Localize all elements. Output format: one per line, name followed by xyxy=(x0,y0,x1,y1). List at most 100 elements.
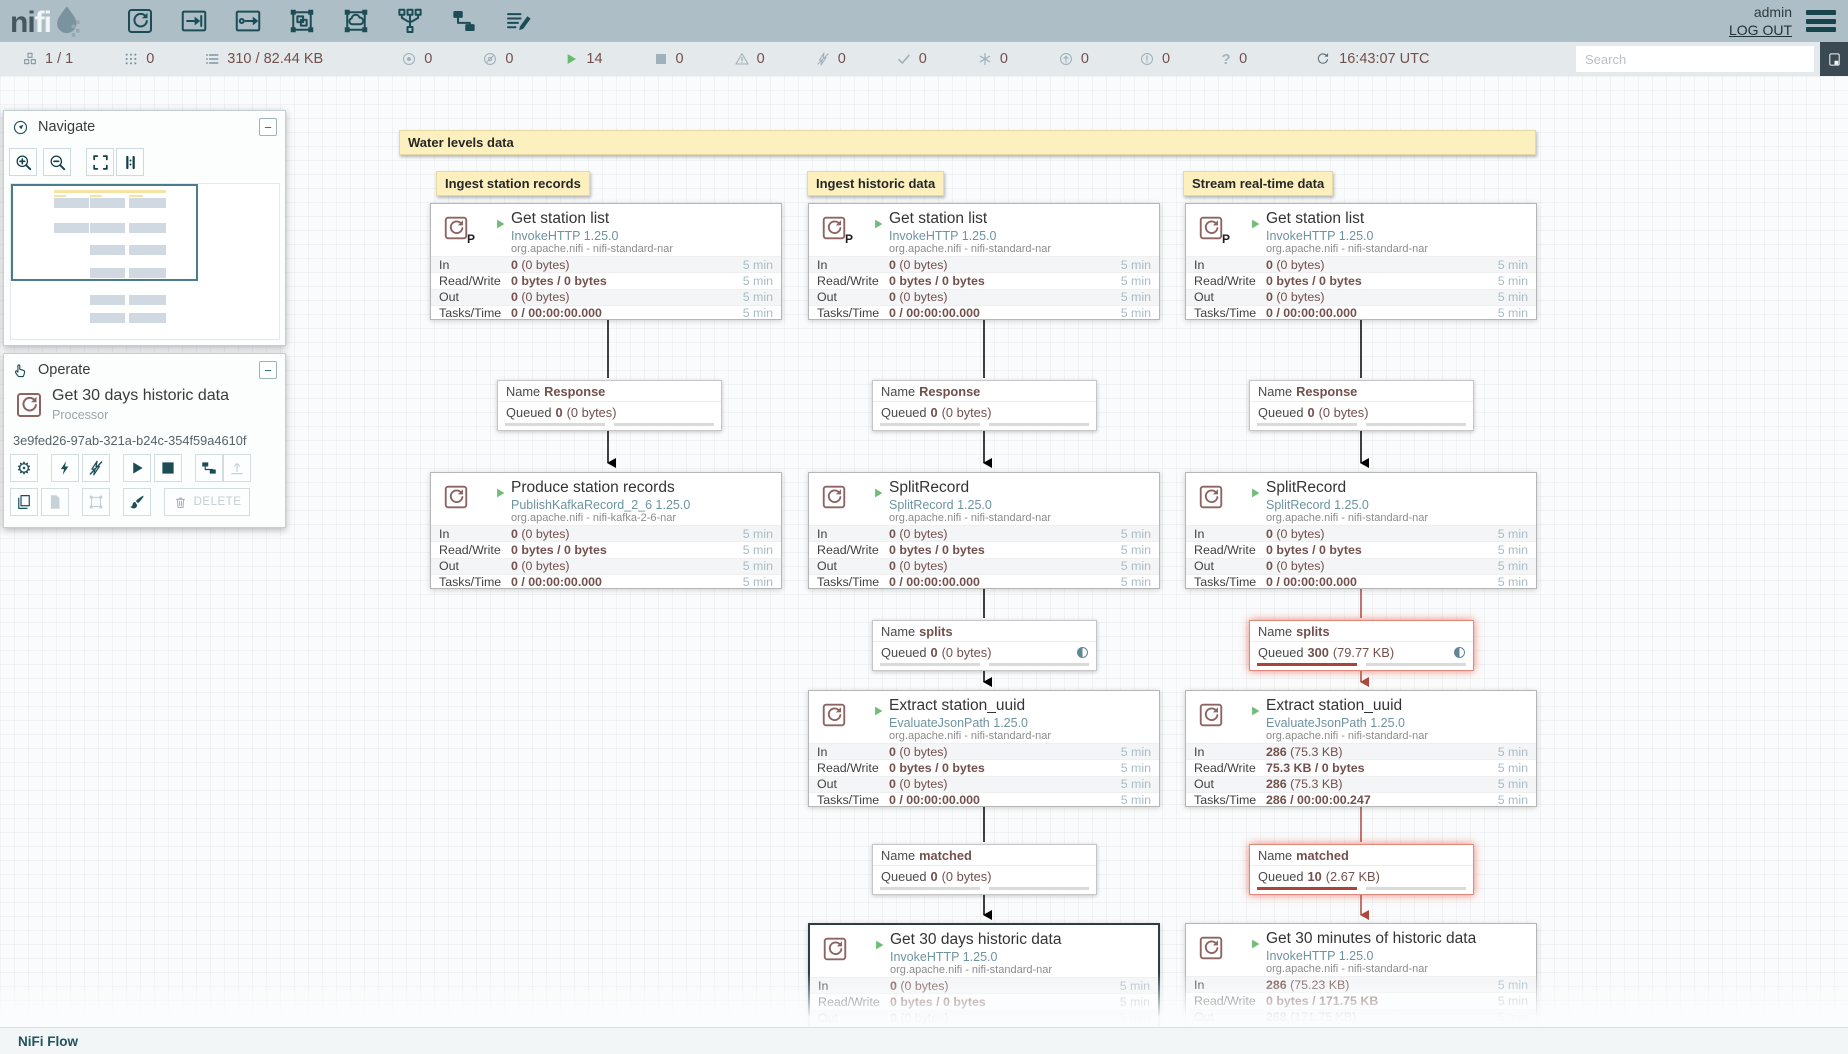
primary-node-badge: P xyxy=(1222,232,1230,246)
stat-value: 0 / 00:00:00.000 xyxy=(1266,306,1482,320)
stat-row: Out0 (0 bytes)5 min xyxy=(1186,289,1536,305)
status-sync-failure-count: 0 xyxy=(1239,51,1247,67)
toolbar-template-icon[interactable] xyxy=(449,6,479,36)
processor-icon xyxy=(820,214,848,242)
breadcrumb[interactable]: NiFi Flow xyxy=(18,1034,78,1049)
logout-link[interactable]: LOG OUT xyxy=(1729,21,1792,39)
change-color-button[interactable] xyxy=(123,488,151,516)
processor-extract-station-uuid[interactable]: Extract station_uuidEvaluateJsonPath 1.2… xyxy=(1185,690,1537,807)
stat-window: 5 min xyxy=(1105,274,1159,288)
stat-value: 0 (0 bytes) xyxy=(889,527,1105,541)
stat-value: 268 (171.75 KB) xyxy=(1266,1010,1482,1024)
connection-label-response[interactable]: Name ResponseQueued 0(0 bytes) xyxy=(1249,380,1474,431)
navigate-panel-title: Navigate xyxy=(38,119,95,135)
invalid-icon xyxy=(734,51,750,67)
stat-label: Out xyxy=(1186,559,1266,573)
copy-button[interactable] xyxy=(10,488,38,516)
stat-label: In xyxy=(1186,745,1266,759)
running-status-icon xyxy=(1248,704,1262,718)
connection-label-response[interactable]: Name ResponseQueued 0(0 bytes) xyxy=(497,380,722,431)
stat-window: 5 min xyxy=(1105,543,1159,557)
connection-label-matched[interactable]: Name matchedQueued 10(2.67 KB) xyxy=(1249,844,1474,895)
collapse-navigate-button[interactable]: − xyxy=(259,118,277,136)
collapse-operate-button[interactable]: − xyxy=(259,361,277,379)
search-input[interactable] xyxy=(1576,46,1814,72)
processor-bundle: org.apache.nifi - nifi-standard-nar xyxy=(889,512,1051,524)
stat-value: 0 bytes / 0 bytes xyxy=(1266,543,1482,557)
toolbar-remote-process-group-icon[interactable] xyxy=(341,6,371,36)
selected-component-icon xyxy=(14,390,44,420)
zoom-fit-button[interactable] xyxy=(86,148,114,176)
label-ingest-historic-data[interactable]: Ingest historic data xyxy=(807,171,944,196)
processor-get-30-minutes-of-historic-data[interactable]: Get 30 minutes of historic dataInvokeHTT… xyxy=(1185,923,1537,1040)
toolbar-label-icon[interactable] xyxy=(503,6,533,36)
processor-get-station-list[interactable]: PGet station listInvokeHTTP 1.25.0org.ap… xyxy=(808,203,1160,320)
stat-window: 5 min xyxy=(1104,1011,1158,1025)
toolbar-funnel-icon[interactable] xyxy=(395,6,425,36)
processor-produce-station-records[interactable]: Produce station recordsPublishKafkaRecor… xyxy=(430,472,782,589)
page-icon xyxy=(1827,52,1842,67)
processor-get-station-list[interactable]: PGet station listInvokeHTTP 1.25.0org.ap… xyxy=(1185,203,1537,320)
enable-button[interactable] xyxy=(51,454,79,482)
stat-label: In xyxy=(809,258,889,272)
toolbar-process-group-icon[interactable] xyxy=(287,6,317,36)
start-button[interactable] xyxy=(123,454,151,482)
hand-pointer-icon xyxy=(12,362,29,379)
paste-button[interactable] xyxy=(41,488,69,516)
connection-queued-row: Queued 0(0 bytes) xyxy=(1250,402,1473,423)
stop-button[interactable] xyxy=(154,454,182,482)
stat-window: 5 min xyxy=(1482,575,1536,589)
processor-splitrecord[interactable]: SplitRecordSplitRecord 1.25.0org.apache.… xyxy=(1185,472,1537,589)
stat-window: 5 min xyxy=(727,306,781,320)
delete-button[interactable]: DELETE xyxy=(164,488,250,516)
toolbar-output-port-icon[interactable] xyxy=(233,6,263,36)
status-threads: 0 xyxy=(123,51,154,67)
processor-splitrecord[interactable]: SplitRecordSplitRecord 1.25.0org.apache.… xyxy=(808,472,1160,589)
connection-label-response[interactable]: Name ResponseQueued 0(0 bytes) xyxy=(872,380,1097,431)
label-stream-real-time-data[interactable]: Stream real-time data xyxy=(1183,171,1333,196)
stat-value: 0 bytes / 171.75 KB xyxy=(1266,994,1482,1008)
processor-icon xyxy=(821,935,849,963)
disabled-icon xyxy=(815,51,831,67)
component-toolbar xyxy=(125,6,533,36)
zoom-out-button[interactable] xyxy=(43,148,71,176)
connection-label-splits[interactable]: Name splitsQueued 300(79.77 KB) xyxy=(1249,620,1474,671)
stat-value: 0 bytes / 0 bytes xyxy=(889,274,1105,288)
stat-label: Out xyxy=(809,559,889,573)
stat-value: 0 bytes / 0 bytes xyxy=(889,543,1105,557)
stat-window: 5 min xyxy=(1482,559,1536,573)
flow-canvas[interactable]: Water levels data Ingest station records… xyxy=(0,76,1848,1054)
toolbar-processor-icon[interactable] xyxy=(125,6,155,36)
toolbar-input-port-icon[interactable] xyxy=(179,6,209,36)
configuration-button[interactable]: ⚙ xyxy=(10,454,38,482)
birdseye-toggle-button[interactable] xyxy=(1820,42,1848,76)
zoom-in-button[interactable] xyxy=(9,148,37,176)
connection-label-splits[interactable]: Name splitsQueued 0(0 bytes) xyxy=(872,620,1097,671)
change-version-button[interactable] xyxy=(223,454,251,482)
stat-window: 5 min xyxy=(727,559,781,573)
nifi-logo: nifi xyxy=(10,4,83,38)
queue-capacity-bars xyxy=(1250,887,1473,894)
refresh-button[interactable]: 16:43:07 UTC xyxy=(1315,51,1429,67)
zoom-actual-button[interactable] xyxy=(116,148,144,176)
label-ingest-station-records[interactable]: Ingest station records xyxy=(436,171,590,196)
disable-button[interactable] xyxy=(82,454,110,482)
label-water-levels-data[interactable]: Water levels data xyxy=(399,130,1536,155)
queue-capacity-bars xyxy=(873,887,1096,894)
birdseye-minimap[interactable] xyxy=(10,183,280,340)
global-menu-icon[interactable] xyxy=(1806,10,1836,32)
processor-extract-station-uuid[interactable]: Extract station_uuidEvaluateJsonPath 1.2… xyxy=(808,690,1160,807)
stat-window: 5 min xyxy=(727,575,781,589)
minimap-block xyxy=(90,223,125,233)
connection-label-matched[interactable]: Name matchedQueued 0(0 bytes) xyxy=(872,844,1097,895)
stat-label: In xyxy=(1186,258,1266,272)
commit-version-button[interactable] xyxy=(195,454,223,482)
stat-window: 5 min xyxy=(1105,306,1159,320)
processor-get-30-days-historic-data[interactable]: Get 30 days historic dataInvokeHTTP 1.25… xyxy=(808,923,1160,1040)
status-locally-modified-stale-count: 0 xyxy=(1162,51,1170,67)
stat-label: Tasks/Time xyxy=(809,575,889,589)
group-button[interactable] xyxy=(82,488,110,516)
processor-bundle: org.apache.nifi - nifi-standard-nar xyxy=(1266,512,1428,524)
processor-get-station-list[interactable]: PGet station listInvokeHTTP 1.25.0org.ap… xyxy=(430,203,782,320)
nifi-drop-icon xyxy=(53,4,83,38)
